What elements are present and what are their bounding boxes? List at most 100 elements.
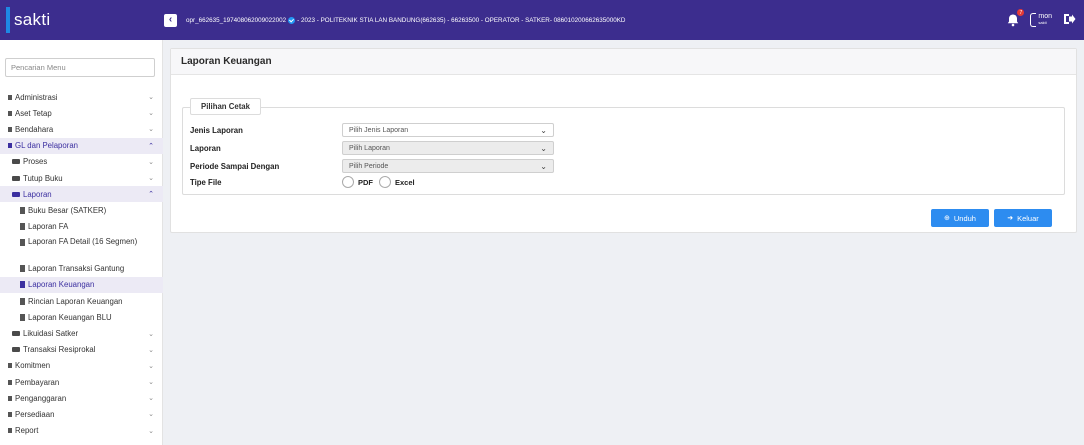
folder-icon bbox=[8, 379, 12, 385]
sidebar-item-label: Laporan FA bbox=[28, 222, 69, 232]
sidebar-item-label: Penganggaran bbox=[15, 393, 67, 403]
mon-sakti-logo[interactable]: mon sakti bbox=[1030, 13, 1052, 27]
jenis-laporan-row: Jenis Laporan Pilih Jenis Laporan ⌄ bbox=[190, 123, 570, 137]
laporan-value: Pilih Laporan bbox=[349, 144, 390, 152]
file-icon bbox=[20, 297, 25, 305]
sidebar-item-label: Persediaan bbox=[15, 409, 55, 419]
sidebar-item-persediaan[interactable]: Persediaan ⌄ bbox=[0, 406, 163, 422]
sidebar-item-transaksi-resiprokal[interactable]: Transaksi Resiprokal ⌄ bbox=[0, 342, 163, 358]
chevron-down-icon: ⌄ bbox=[148, 110, 154, 118]
sidebar-item-label: Laporan Transaksi Gantung bbox=[28, 264, 125, 274]
unduh-button-label: Unduh bbox=[953, 213, 976, 223]
sidebar-item-label: Komitmen bbox=[15, 361, 51, 371]
folder-icon bbox=[8, 110, 12, 116]
chevron-down-icon: ⌄ bbox=[148, 411, 154, 419]
folder-icon bbox=[8, 126, 12, 132]
sidebar-item-komitmen[interactable]: Komitmen ⌄ bbox=[0, 358, 163, 374]
chevron-down-icon: ⌄ bbox=[148, 330, 154, 338]
folder-icon bbox=[8, 411, 12, 417]
app-title: sakti bbox=[14, 10, 51, 29]
page-title: Laporan Keuangan bbox=[171, 49, 1076, 75]
sidebar-item-rincian-laporan-keuangan[interactable]: Rincian Laporan Keuangan bbox=[0, 293, 163, 309]
keluar-button-label: Keluar bbox=[1017, 213, 1039, 223]
file-icon bbox=[20, 313, 25, 321]
sidebar-item-penganggaran[interactable]: Penganggaran ⌄ bbox=[0, 390, 163, 406]
folder-icon bbox=[8, 94, 12, 100]
sidebar-item-aset-tetap[interactable]: Aset Tetap ⌄ bbox=[0, 105, 163, 121]
sidebar-item-label: Laporan bbox=[23, 189, 52, 199]
brand[interactable]: sakti bbox=[0, 0, 163, 40]
periode-label: Periode Sampai Dengan bbox=[190, 161, 280, 171]
sidebar-toggle-button[interactable]: ‹ bbox=[164, 13, 177, 27]
sidebar-item-laporan-fa[interactable]: Laporan FA bbox=[0, 219, 163, 235]
brand-logo-bar bbox=[6, 7, 10, 33]
tipe-file-label: Tipe File bbox=[190, 177, 222, 187]
sidebar-item-bendahara[interactable]: Bendahara ⌄ bbox=[0, 121, 163, 137]
periode-value: Pilih Periode bbox=[349, 162, 389, 170]
pdf-radio[interactable] bbox=[342, 176, 354, 188]
sidebar-item-pembayaran[interactable]: Pembayaran ⌄ bbox=[0, 374, 163, 390]
folder-icon bbox=[8, 143, 12, 149]
sidebar-item-label: Transaksi Resiprokal bbox=[23, 345, 96, 355]
sidebar-item-gl-dan-pelaporan[interactable]: GL dan Pelaporan ⌃ bbox=[0, 137, 163, 154]
sidebar-item-tutup-buku[interactable]: Tutup Buku ⌄ bbox=[0, 170, 163, 186]
chevron-down-icon: ⌄ bbox=[540, 144, 547, 153]
sidebar-item-laporan-fa-detail[interactable]: Laporan FA Detail (16 Segmen) bbox=[0, 235, 163, 261]
laporan-select[interactable]: Pilih Laporan ⌄ bbox=[342, 141, 554, 155]
chevron-down-icon: ⌄ bbox=[148, 395, 154, 403]
sidebar-item-label: Laporan Keuangan BLU bbox=[28, 312, 112, 322]
notification-count: 7 bbox=[1017, 9, 1025, 16]
jenis-laporan-label: Jenis Laporan bbox=[190, 125, 243, 135]
periode-select[interactable]: Pilih Periode ⌄ bbox=[342, 159, 554, 173]
folder-icon bbox=[8, 395, 12, 401]
sidebar-item-report[interactable]: Report ⌄ bbox=[0, 423, 163, 439]
sidebar-item-label: Report bbox=[15, 426, 39, 436]
menu-search-input[interactable] bbox=[5, 58, 155, 77]
session-details: - 2023 - POLITEKNIK STIA LAN BANDUNG(662… bbox=[297, 16, 626, 24]
sidebar-item-label: Laporan FA Detail (16 Segmen) bbox=[28, 236, 138, 246]
file-icon bbox=[20, 265, 25, 273]
sidebar-item-buku-besar[interactable]: Buku Besar (SATKER) bbox=[0, 202, 163, 218]
sidebar-item-likuidasi-satker[interactable]: Likuidasi Satker ⌄ bbox=[0, 325, 163, 341]
laporan-row: Laporan Pilih Laporan ⌄ bbox=[190, 141, 570, 155]
sidebar-item-label: Laporan Keuangan bbox=[28, 280, 95, 290]
folder-icon bbox=[8, 363, 12, 369]
chevron-down-icon: ⌄ bbox=[540, 126, 547, 135]
sidebar-item-label: Bendahara bbox=[15, 124, 54, 134]
pdf-radio-label[interactable]: PDF bbox=[358, 178, 373, 187]
chevron-down-icon: ⌄ bbox=[148, 126, 154, 134]
sidebar-item-proses[interactable]: Proses ⌄ bbox=[0, 154, 163, 170]
unduh-button[interactable]: ⊕ Unduh bbox=[931, 209, 989, 227]
keluar-button[interactable]: ➜ Keluar bbox=[994, 209, 1052, 227]
sidebar-item-administrasi[interactable]: Administrasi ⌄ bbox=[0, 89, 163, 105]
sidebar-item-laporan[interactable]: Laporan ⌃ bbox=[0, 186, 163, 203]
chevron-down-icon: ⌄ bbox=[540, 162, 547, 171]
chevron-down-icon: ⌄ bbox=[148, 346, 154, 354]
mon-logo-main: mon bbox=[1038, 13, 1052, 20]
print-options-legend: Pilihan Cetak bbox=[190, 98, 261, 115]
sidebar-item-laporan-transaksi-gantung[interactable]: Laporan Transaksi Gantung bbox=[0, 261, 163, 277]
folder-icon bbox=[12, 175, 20, 181]
sidebar-item-label: Tutup Buku bbox=[23, 173, 63, 183]
sidebar-menu: Administrasi ⌄ Aset Tetap ⌄ Bendahara ⌄ GL … bbox=[0, 89, 163, 439]
logout-icon bbox=[1064, 14, 1076, 24]
excel-radio[interactable] bbox=[379, 176, 391, 188]
sidebar-item-label: Proses bbox=[23, 157, 48, 167]
mon-logo-bracket bbox=[1030, 13, 1037, 27]
sidebar-item-label: Rincian Laporan Keuangan bbox=[28, 296, 123, 306]
logout-button[interactable] bbox=[1062, 12, 1076, 28]
mon-logo-text: mon sakti bbox=[1038, 13, 1052, 26]
sidebar-item-laporan-keuangan-blu[interactable]: Laporan Keuangan BLU bbox=[0, 309, 163, 325]
mon-logo-sub: sakti bbox=[1038, 20, 1047, 25]
excel-radio-label[interactable]: Excel bbox=[395, 178, 415, 187]
sidebar-item-label: Aset Tetap bbox=[15, 108, 52, 118]
notification-button[interactable]: 7 bbox=[1006, 9, 1025, 27]
sidebar-item-label: GL dan Pelaporan bbox=[15, 141, 78, 151]
file-icon bbox=[20, 238, 25, 246]
jenis-laporan-select[interactable]: Pilih Jenis Laporan ⌄ bbox=[342, 123, 554, 137]
sidebar-item-label: Buku Besar (SATKER) bbox=[28, 205, 107, 215]
chevron-up-icon: ⌃ bbox=[148, 142, 154, 150]
session-info: opr_662635_197408062009022002 - 2023 - P… bbox=[186, 16, 626, 24]
sidebar-item-laporan-keuangan[interactable]: Laporan Keuangan bbox=[0, 276, 163, 294]
folder-icon bbox=[12, 331, 20, 337]
